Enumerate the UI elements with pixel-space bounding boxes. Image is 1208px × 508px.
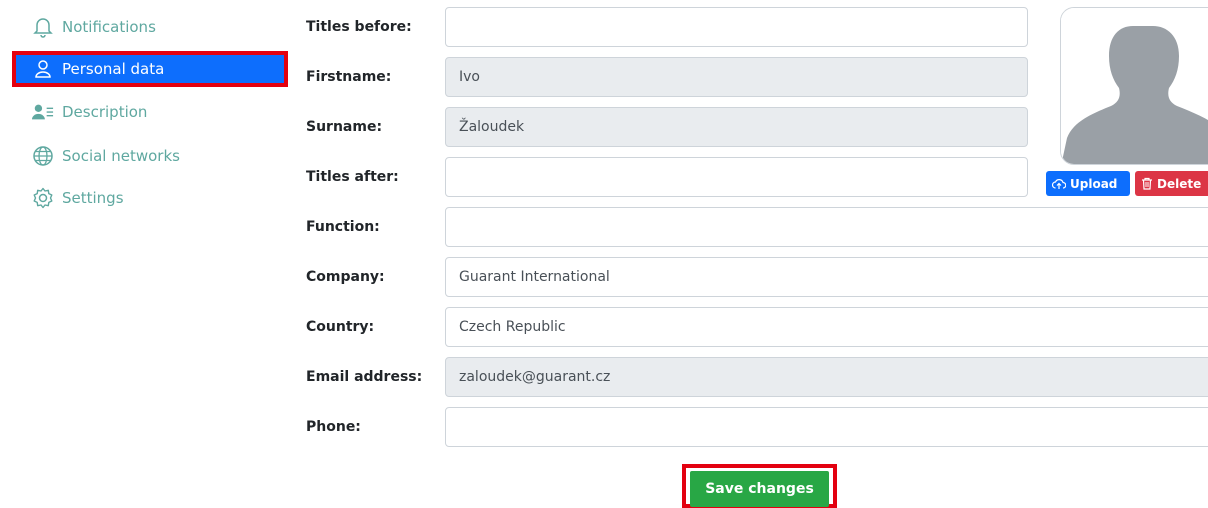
titles-after-label: Titles after: — [306, 169, 399, 185]
company-input[interactable]: Guarant International — [445, 257, 1208, 297]
country-label: Country: — [306, 319, 375, 335]
company-label: Company: — [306, 269, 385, 285]
function-input[interactable] — [445, 207, 1208, 247]
avatar — [1060, 7, 1208, 165]
gear-icon — [32, 187, 54, 209]
user-description-icon — [32, 101, 54, 123]
upload-label: Upload — [1070, 176, 1118, 191]
function-label: Function: — [306, 219, 380, 235]
titles-after-input[interactable] — [445, 157, 1028, 197]
email-input[interactable]: zaloudek@guarant.cz — [445, 357, 1208, 397]
bell-icon — [32, 16, 54, 38]
sidebar-item-notifications[interactable]: Notifications — [12, 9, 288, 45]
upload-photo-button[interactable]: Upload — [1046, 171, 1130, 196]
save-highlight: Save changes — [682, 464, 837, 508]
sidebar-item-description[interactable]: Description — [12, 94, 288, 130]
trash-icon — [1142, 177, 1152, 190]
sidebar-item-settings[interactable]: Settings — [12, 180, 288, 216]
titles-before-label: Titles before: — [306, 19, 412, 35]
sidebar-item-personal-data[interactable]: Personal data — [12, 51, 288, 87]
delete-photo-button[interactable]: Delete — [1135, 171, 1208, 196]
sidebar: Notifications Personal data Description … — [0, 0, 300, 508]
user-icon — [32, 58, 54, 80]
default-avatar-icon — [1061, 8, 1208, 164]
phone-input[interactable] — [445, 407, 1208, 447]
cloud-upload-icon — [1052, 178, 1066, 189]
firstname-label: Firstname: — [306, 69, 392, 85]
surname-input[interactable]: Žaloudek — [445, 107, 1028, 147]
titles-before-input[interactable] — [445, 7, 1028, 47]
save-changes-button[interactable]: Save changes — [690, 471, 829, 507]
sidebar-item-label: Notifications — [62, 18, 156, 36]
delete-label: Delete — [1157, 176, 1202, 191]
country-input[interactable]: Czech Republic — [445, 307, 1208, 347]
sidebar-item-label: Social networks — [62, 147, 180, 165]
firstname-input[interactable]: Ivo — [445, 57, 1028, 97]
sidebar-item-label: Personal data — [62, 60, 165, 78]
phone-label: Phone: — [306, 419, 361, 435]
sidebar-item-label: Settings — [62, 189, 124, 207]
email-label: Email address: — [306, 369, 423, 385]
sidebar-item-label: Description — [62, 103, 148, 121]
surname-label: Surname: — [306, 119, 383, 135]
globe-icon — [32, 145, 54, 167]
sidebar-item-social-networks[interactable]: Social networks — [12, 138, 288, 174]
